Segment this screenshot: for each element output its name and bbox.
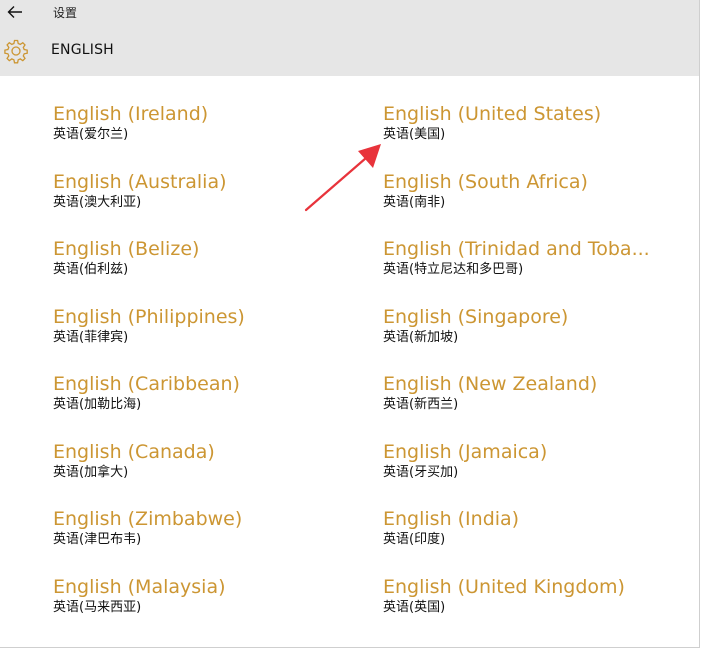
language-name: English (United Kingdom) <box>383 576 625 598</box>
language-name: English (Australia) <box>53 171 227 193</box>
language-item-english-belize[interactable]: English (Belize) 英语(伯利兹) <box>53 237 353 279</box>
language-name: English (New Zealand) <box>383 373 598 395</box>
page-title: ENGLISH <box>51 42 114 58</box>
language-native-name: 英语(特立尼达和多巴哥) <box>383 262 524 277</box>
language-name: English (Zimbabwe) <box>53 508 243 530</box>
language-name: English (Jamaica) <box>383 441 548 463</box>
language-item-english-australia[interactable]: English (Australia) 英语(澳大利亚) <box>53 170 353 212</box>
language-item-english-trinidad-and-tobago[interactable]: English (Trinidad and Toba... 英语(特立尼达和多巴… <box>383 237 683 279</box>
language-name: English (Ireland) <box>53 103 209 125</box>
window-title: 设置 <box>53 6 78 20</box>
gear-icon <box>4 39 28 64</box>
language-native-name: 英语(加拿大) <box>53 465 129 480</box>
language-item-english-singapore[interactable]: English (Singapore) 英语(新加坡) <box>383 305 683 347</box>
language-native-name: 英语(新西兰) <box>383 397 459 412</box>
page-header: ENGLISH <box>0 26 699 76</box>
language-item-english-united-states[interactable]: English (United States) 英语(美国) <box>383 102 683 144</box>
language-native-name: 英语(新加坡) <box>383 330 459 345</box>
language-item-english-philippines[interactable]: English (Philippines) 英语(菲律宾) <box>53 305 353 347</box>
language-item-english-zimbabwe[interactable]: English (Zimbabwe) 英语(津巴布韦) <box>53 507 353 549</box>
language-native-name: 英语(马来西亚) <box>53 600 142 615</box>
language-name: English (Philippines) <box>53 306 245 328</box>
language-name: English (Caribbean) <box>53 373 240 395</box>
language-item-english-canada[interactable]: English (Canada) 英语(加拿大) <box>53 440 353 482</box>
language-native-name: 英语(爱尔兰) <box>53 127 129 142</box>
language-item-english-india[interactable]: English (India) 英语(印度) <box>383 507 683 549</box>
language-item-english-united-kingdom[interactable]: English (United Kingdom) 英语(英国) <box>383 575 683 617</box>
language-item-english-new-zealand[interactable]: English (New Zealand) 英语(新西兰) <box>383 372 683 414</box>
language-item-english-malaysia[interactable]: English (Malaysia) 英语(马来西亚) <box>53 575 353 617</box>
language-name: English (South Africa) <box>383 171 588 193</box>
language-native-name: 英语(津巴布韦) <box>53 532 142 547</box>
language-name: English (Canada) <box>53 441 215 463</box>
title-bar: 设置 <box>0 0 699 26</box>
language-name: English (United States) <box>383 103 602 125</box>
back-button[interactable] <box>4 2 26 22</box>
back-arrow-icon <box>7 6 22 18</box>
language-native-name: 英语(南非) <box>383 195 446 210</box>
language-native-name: 英语(印度) <box>383 532 446 547</box>
language-native-name: 英语(牙买加) <box>383 465 459 480</box>
language-native-name: 英语(加勒比海) <box>53 397 142 412</box>
language-name: English (Singapore) <box>383 306 569 328</box>
language-item-english-caribbean[interactable]: English (Caribbean) 英语(加勒比海) <box>53 372 353 414</box>
settings-window: 设置 ENGLISH English (Ireland) 英语(爱尔兰) Eng… <box>0 0 700 648</box>
language-native-name: 英语(伯利兹) <box>53 262 129 277</box>
language-name: English (Belize) <box>53 238 200 260</box>
language-native-name: 英语(美国) <box>383 127 446 142</box>
language-native-name: 英语(英国) <box>383 600 446 615</box>
language-native-name: 英语(菲律宾) <box>53 330 129 345</box>
language-item-english-ireland[interactable]: English (Ireland) 英语(爱尔兰) <box>53 102 353 144</box>
language-native-name: 英语(澳大利亚) <box>53 195 142 210</box>
language-item-english-south-africa[interactable]: English (South Africa) 英语(南非) <box>383 170 683 212</box>
language-item-english-jamaica[interactable]: English (Jamaica) 英语(牙买加) <box>383 440 683 482</box>
language-name: English (Trinidad and Toba... <box>383 238 650 260</box>
language-name: English (Malaysia) <box>53 576 226 598</box>
language-name: English (India) <box>383 508 520 530</box>
